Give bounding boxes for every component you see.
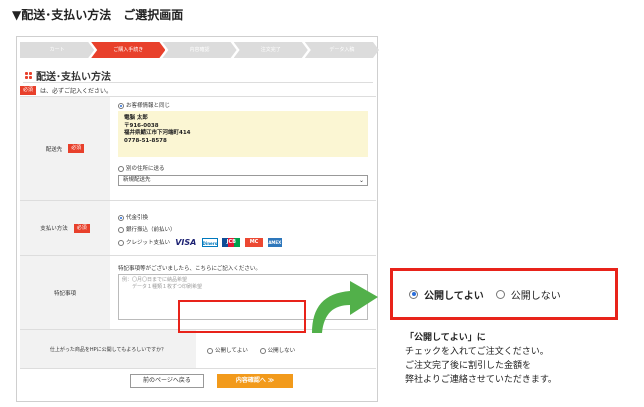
page-heading: ▼配送･支払い方法 ご選択画面 bbox=[12, 8, 184, 22]
publish-callout-box: 公開してよい 公開しない bbox=[390, 268, 618, 320]
address-phone: 0778-51-8578 bbox=[124, 137, 167, 144]
step-cart: カート bbox=[20, 42, 94, 58]
required-badge: 必須 bbox=[73, 223, 90, 233]
dots-icon bbox=[25, 72, 32, 79]
payment-option-cod-label: 代金引換 bbox=[126, 215, 149, 221]
delivery-row: 配送先 必須 お客様情報と同じ 電脳 太郎 〒916-0038 福井県鯖江市下河… bbox=[20, 96, 376, 200]
publish-row: 仕上がった商品をHPに公開してもよろしいですか？ 公開してよい 公開しない bbox=[20, 329, 376, 369]
select-value: 新規配送先 bbox=[123, 177, 151, 183]
radio-unchecked-icon[interactable] bbox=[259, 347, 266, 354]
chevron-down-icon: ⌄ bbox=[358, 177, 364, 184]
payment-option-credit[interactable]: クレジット支払い VISA Diners JCB MC AMEX bbox=[118, 238, 282, 247]
address-box: 電脳 太郎 〒916-0038 福井県鯖江市下河端町414 0778-51-85… bbox=[118, 111, 368, 157]
required-badge: 必須 bbox=[20, 86, 37, 95]
notes-label: 特記事項 bbox=[20, 256, 110, 329]
amex-logo: AMEX bbox=[267, 238, 282, 247]
delivery-label: 配送先 必須 bbox=[20, 97, 110, 200]
callout-instructions: 「公開してよい」に チェックを入れてご注文ください。 ご注文完了後に割引した金額… bbox=[405, 331, 557, 387]
delivery-option-other[interactable]: 別の住所に送る bbox=[118, 164, 165, 172]
payment-body: 代金引換 銀行振込（前払い） クレジット支払い VISA Diners JCB … bbox=[116, 201, 372, 255]
visa-logo: VISA bbox=[174, 238, 197, 247]
notes-label-text: 特記事項 bbox=[53, 290, 76, 297]
radio-unchecked-icon[interactable] bbox=[118, 165, 124, 172]
radio-checked-icon[interactable] bbox=[118, 214, 124, 221]
radio-unchecked-icon[interactable] bbox=[207, 347, 213, 354]
payment-option-credit-label: クレジット支払い bbox=[126, 240, 171, 246]
step-complete: 注文完了 bbox=[234, 42, 308, 58]
section-title-text: 配送･支払い方法 bbox=[36, 72, 111, 83]
step-upload: データ入稿 bbox=[305, 42, 379, 58]
progress-steps: カート ご購入手続き 内容確認 注文完了 データ入稿 bbox=[20, 42, 376, 58]
callout-line-2: チェックを入れてご注文ください。 bbox=[405, 347, 549, 357]
diners-logo: Diners bbox=[201, 238, 218, 247]
address-name: 電脳 太郎 bbox=[124, 115, 148, 121]
green-arrow-icon bbox=[312, 281, 378, 333]
step-purchase: ご購入手続き bbox=[91, 42, 165, 58]
callout-option-no: 公開しない bbox=[495, 287, 561, 302]
delivery-option-other-label: 別の住所に送る bbox=[126, 166, 165, 172]
address-postal: 〒916-0038 bbox=[124, 122, 159, 129]
callout-line-1: 「公開してよい」に bbox=[405, 333, 486, 343]
publish-option-yes[interactable]: 公開してよい bbox=[207, 347, 248, 354]
jcb-logo: JCB bbox=[222, 238, 241, 247]
required-note-text: は、必ずご記入ください。 bbox=[40, 88, 113, 95]
callout-yes-label: 公開してよい bbox=[424, 290, 484, 302]
order-form-panel: カート ご購入手続き 内容確認 注文完了 データ入稿 配送･支払い方法 必須 は… bbox=[16, 36, 378, 402]
payment-option-bank[interactable]: 銀行振込（前払い） bbox=[118, 225, 176, 233]
divider bbox=[23, 82, 373, 83]
publish-highlight-frame bbox=[178, 300, 306, 333]
notes-prompt: 特記事項等がございましたら、こちらにご記入ください。 bbox=[118, 266, 261, 272]
payment-option-bank-label: 銀行振込（前払い） bbox=[126, 227, 176, 233]
payment-label: 支払い方法 必須 bbox=[20, 201, 110, 255]
address-street: 福井県鯖江市下河端町414 bbox=[124, 130, 191, 136]
section-title: 配送･支払い方法 bbox=[25, 68, 111, 83]
payment-row: 支払い方法 必須 代金引換 銀行振込（前払い） クレジット支払い VISA Di… bbox=[20, 200, 376, 255]
payment-label-text: 支払い方法 bbox=[40, 226, 68, 232]
radio-checked-icon[interactable] bbox=[118, 102, 124, 109]
delivery-option-same-label: お客様情報と同じ bbox=[126, 103, 171, 109]
callout-no-label: 公開しない bbox=[510, 290, 561, 302]
callout-option-yes: 公開してよい bbox=[409, 287, 484, 302]
back-button[interactable]: 前のページへ戻る bbox=[130, 374, 204, 388]
required-note: 必須 は、必ずご記入ください。 bbox=[20, 86, 112, 95]
radio-unchecked-icon[interactable] bbox=[118, 239, 124, 246]
radio-unchecked-icon[interactable] bbox=[118, 226, 124, 233]
publish-options: 公開してよい 公開しない bbox=[207, 346, 295, 354]
required-badge: 必須 bbox=[68, 144, 85, 153]
delivery-option-same[interactable]: お客様情報と同じ bbox=[118, 101, 170, 109]
next-button[interactable]: 内容確認へ ≫ bbox=[217, 374, 293, 388]
publish-option-no[interactable]: 公開しない bbox=[259, 347, 296, 354]
payment-option-cod[interactable]: 代金引換 bbox=[118, 213, 148, 221]
delivery-label-text: 配送先 bbox=[45, 146, 63, 153]
publish-question: 仕上がった商品をHPに公開してもよろしいですか？ bbox=[20, 330, 196, 368]
mastercard-logo: MC bbox=[245, 238, 264, 247]
radio-unchecked-icon bbox=[495, 289, 505, 299]
callout-line-4: 弊社よりご連絡させていただきます。 bbox=[405, 375, 557, 385]
delivery-address-select[interactable]: 新規配送先 ⌄ bbox=[118, 175, 368, 186]
publish-option-yes-label: 公開してよい bbox=[215, 348, 248, 354]
callout-line-3: ご注文完了後に割引した金額を bbox=[405, 361, 532, 371]
radio-checked-icon bbox=[409, 289, 418, 299]
step-confirm: 内容確認 bbox=[162, 42, 236, 58]
publish-option-no-label: 公開しない bbox=[267, 348, 296, 354]
delivery-body: お客様情報と同じ 電脳 太郎 〒916-0038 福井県鯖江市下河端町414 0… bbox=[116, 97, 372, 200]
